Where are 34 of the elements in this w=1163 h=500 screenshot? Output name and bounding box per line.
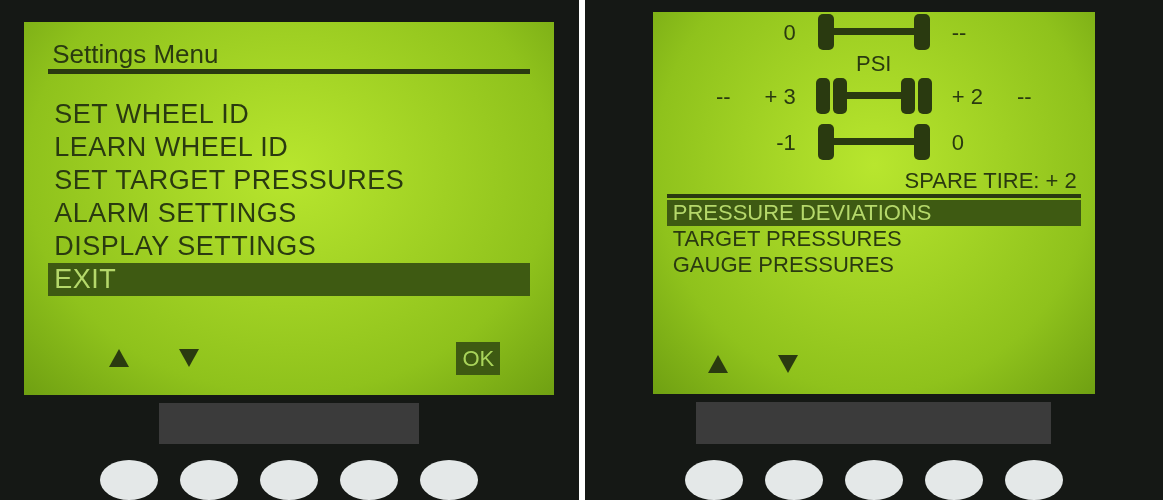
hardware-button[interactable] [420,460,479,500]
hardware-button[interactable] [844,460,903,500]
menu-item[interactable]: TARGET PRESSURES [666,226,1081,252]
pressure-value: -- [951,18,967,47]
menu-item[interactable]: DISPLAY SETTINGS [48,229,531,263]
menu-item[interactable]: LEARN WHEEL ID [48,130,531,164]
up-arrow-icon[interactable] [706,354,729,375]
ok-softkey[interactable]: OK [456,341,501,375]
up-arrow-icon[interactable] [108,348,131,369]
menu-item[interactable]: EXIT [48,262,531,296]
pressure-value: -- [715,82,731,111]
menu-item[interactable]: SET WHEEL ID [48,97,531,131]
hardware-button[interactable] [1004,460,1063,500]
menu-item[interactable]: PRESSURE DEVIATIONS [666,200,1081,226]
hardware-button[interactable] [924,460,983,500]
down-arrow-icon[interactable] [776,354,799,375]
pressure-value: 0 [951,128,964,157]
unit-label: PSI [855,52,893,76]
hardware-button[interactable] [100,460,159,500]
hardware-button[interactable] [180,460,239,500]
menu-item[interactable]: GAUGE PRESSURES [666,252,1081,278]
hardware-button[interactable] [764,460,823,500]
pressure-value: -1 [776,128,796,157]
down-arrow-icon[interactable] [178,348,201,369]
menu-item[interactable]: ALARM SETTINGS [48,196,531,230]
hardware-button[interactable] [684,460,743,500]
menu-item[interactable]: SET TARGET PRESSURES [48,163,531,197]
pressure-value: 0 [783,18,796,47]
menu-title: Settings Menu [48,40,531,74]
pressure-value: -- [1016,82,1032,111]
pressure-value: + 2 [951,82,983,111]
hardware-button[interactable] [260,460,319,500]
hardware-button[interactable] [340,460,399,500]
pressure-value: + 3 [764,82,796,111]
